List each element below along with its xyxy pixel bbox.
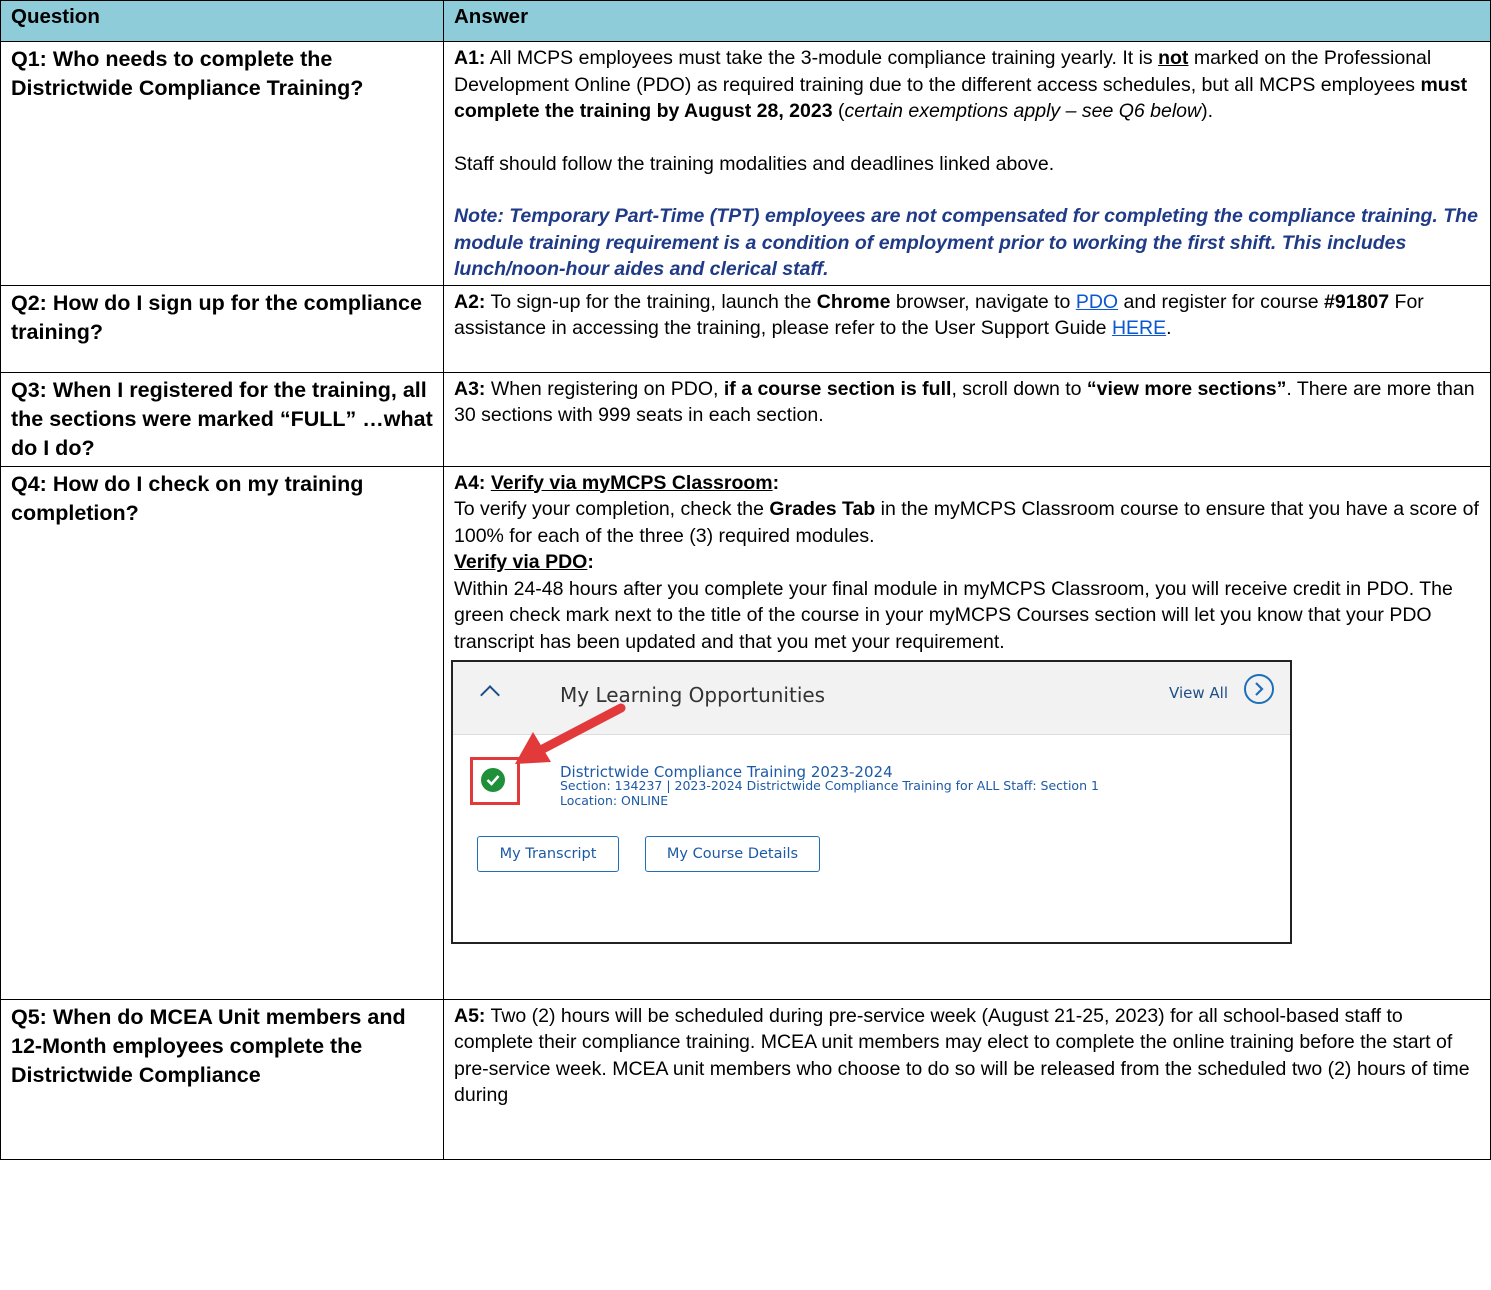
answer-cell: A2: To sign-up for the training, launch … (443, 284, 1491, 373)
exemption-note: certain exemptions apply – see Q6 below (844, 100, 1202, 122)
answer-text: , scroll down to (951, 377, 1087, 400)
answer-text: and register for course (1118, 290, 1325, 313)
answer-text: browser, navigate to (890, 290, 1076, 313)
table-row: Q3: When I registered for the training, … (0, 371, 1491, 467)
faq-table: Question Answer Q1: Who needs to complet… (0, 0, 1491, 1160)
header-question: Question (0, 0, 444, 42)
question-cell: Q1: Who needs to complete the Districtwi… (0, 41, 444, 286)
answer-paragraph: A1: All MCPS employees must take the 3-m… (454, 45, 1483, 125)
answer-cell: A4: Verify via myMCPS Classroom: To veri… (443, 465, 1491, 1000)
emphasis-not: not (1158, 47, 1189, 69)
table-row: Q2: How do I sign up for the compliance … (0, 284, 1491, 373)
answer-text: When registering on PDO, (485, 377, 724, 400)
table-row: Q4: How do I check on my training comple… (0, 465, 1491, 1000)
answer-text: To sign-up for the training, launch the (485, 290, 817, 313)
my-course-details-button[interactable]: My Course Details (645, 836, 820, 872)
table-row: Q5: When do MCEA Unit members and 12-Mon… (0, 998, 1491, 1160)
answer-bold: “view more sections” (1086, 377, 1287, 400)
course-location: Location: ONLINE (560, 793, 669, 808)
question-cell: Q3: When I registered for the training, … (0, 371, 444, 467)
course-number: #91807 (1324, 290, 1390, 313)
answer-label: A5: (454, 1004, 486, 1027)
answer-cell: A5: Two (2) hours will be scheduled duri… (443, 998, 1491, 1160)
answer-label: A3: (454, 377, 486, 400)
course-meta: Section: 134237 | 2023-2024 Districtwide… (560, 778, 1099, 808)
question-cell: Q4: How do I check on my training comple… (0, 465, 444, 1000)
answer-text: ( (832, 100, 845, 122)
learning-opportunities-screenshot: My Learning Opportunities View All Distr (451, 660, 1292, 944)
answer-text: Two (2) hours will be scheduled during p… (454, 1004, 1470, 1107)
answer-text: . (1166, 317, 1172, 339)
verify-pdo-heading: Verify via PDO (454, 551, 588, 573)
answer-text: To verify your completion, check the (454, 498, 770, 520)
answer-cell: A1: All MCPS employees must take the 3-m… (443, 41, 1491, 286)
answer-label: A4: (454, 471, 491, 494)
question-cell: Q5: When do MCEA Unit members and 12-Mon… (0, 998, 444, 1160)
pdo-link[interactable]: PDO (1076, 291, 1118, 313)
my-transcript-button[interactable]: My Transcript (477, 836, 619, 872)
table-row: Q1: Who needs to complete the Districtwi… (0, 41, 1491, 286)
header-answer: Answer (443, 0, 1491, 42)
chrome-text: Chrome (816, 290, 891, 313)
answer-label: A1: (454, 47, 486, 69)
question-cell: Q2: How do I sign up for the compliance … (0, 284, 444, 373)
view-all-link[interactable]: View All (1169, 680, 1228, 707)
answer-label: A2: (454, 290, 486, 313)
grades-tab-text: Grades Tab (769, 498, 876, 520)
answer-text: All MCPS employees must take the 3-modul… (485, 47, 1159, 69)
answer-paragraph: Within 24-48 hours after you complete yo… (454, 577, 1453, 653)
here-link[interactable]: HERE (1112, 317, 1166, 339)
table-header-row: Question Answer (0, 0, 1491, 42)
course-section: Section: 134237 | 2023-2024 Districtwide… (560, 778, 1099, 793)
answer-cell: A3: When registering on PDO, if a course… (443, 371, 1491, 467)
tpt-note: Note: Temporary Part-Time (TPT) employee… (454, 205, 1478, 280)
answer-bold: if a course section is full (723, 377, 952, 400)
chevron-right-icon[interactable] (1244, 674, 1274, 704)
verify-classroom-heading: Verify via myMCPS Classroom (490, 471, 773, 494)
answer-text: ). (1201, 100, 1214, 122)
answer-paragraph: Staff should follow the training modalit… (454, 152, 1055, 175)
